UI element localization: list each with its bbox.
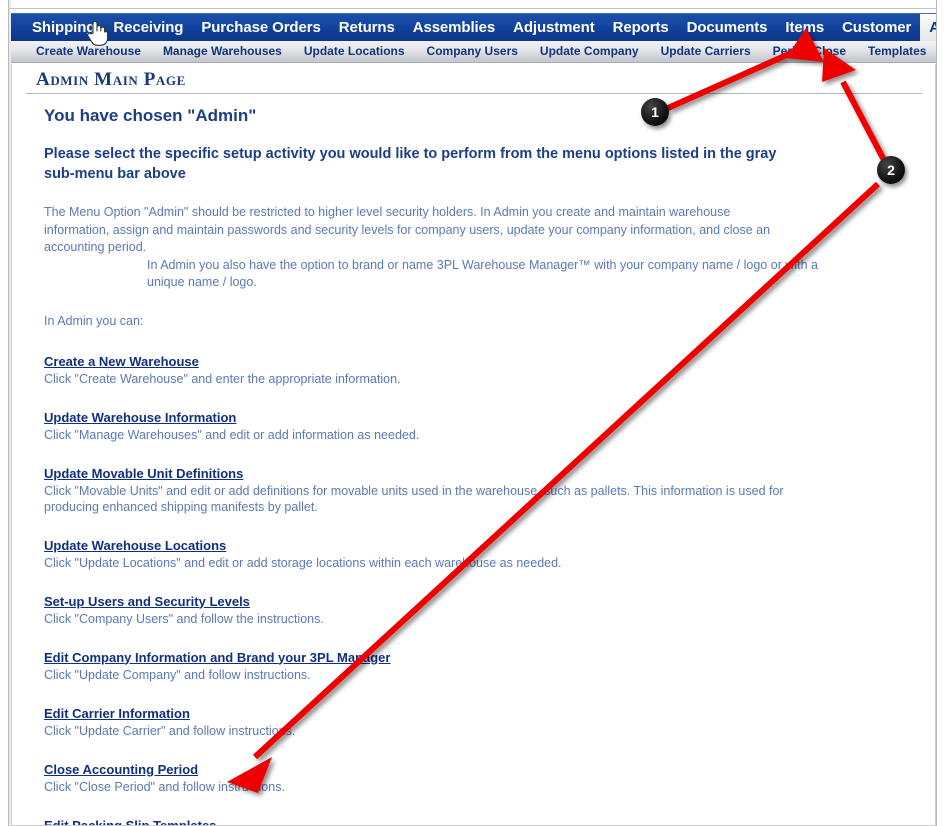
link-update-warehouse-locations[interactable]: Update Warehouse Locations xyxy=(44,538,226,553)
menu-item-adjustment[interactable]: Adjustment xyxy=(504,14,604,41)
list-item: Update Movable Unit Definitions Click "M… xyxy=(44,465,834,515)
link-description: Click "Movable Units" and edit or add de… xyxy=(44,483,784,514)
instruction-heading: Please select the specific setup activit… xyxy=(44,146,777,182)
link-description: Click "Manage Warehouses" and edit or ad… xyxy=(44,427,420,442)
menu-item-documents[interactable]: Documents xyxy=(678,14,777,41)
link-edit-packing-slip-templates[interactable]: Edit Packing Slip Templates xyxy=(44,818,216,826)
intro-paragraph: The Menu Option "Admin" should be restri… xyxy=(44,205,771,254)
link-edit-carrier-information[interactable]: Edit Carrier Information xyxy=(44,706,190,721)
title-divider xyxy=(26,93,922,94)
admin-main-page: Shipping Receiving Purchase Orders Retur… xyxy=(0,0,945,826)
link-description: Click "Company Users" and follow the ins… xyxy=(44,611,324,626)
menu-item-items[interactable]: Items xyxy=(776,14,833,41)
list-item: Edit Company Information and Brand your … xyxy=(44,649,834,683)
link-description: Click "Create Warehouse" and enter the a… xyxy=(44,371,401,386)
menu-item-customer[interactable]: Customer xyxy=(833,14,920,41)
chosen-heading: You have chosen "Admin" xyxy=(44,106,257,125)
admin-task-list: Create a New Warehouse Click "Create War… xyxy=(44,353,834,826)
hand-pointer-cursor-icon xyxy=(87,20,108,46)
menu-item-assemblies[interactable]: Assemblies xyxy=(404,14,504,41)
link-description: Click "Update Locations" and edit or add… xyxy=(44,555,562,570)
admin-sub-menu-bar: Create Warehouse Manage Warehouses Updat… xyxy=(11,41,936,63)
list-item: Edit Packing Slip Templates Click "Packi… xyxy=(44,817,834,826)
list-item: Create a New Warehouse Click "Create War… xyxy=(44,353,834,387)
page-top-rule xyxy=(8,8,937,9)
intro-indented-paragraph: In Admin you also have the option to bra… xyxy=(147,257,818,290)
list-item: Close Accounting Period Click "Close Per… xyxy=(44,761,834,795)
menu-item-purchase-orders[interactable]: Purchase Orders xyxy=(192,14,329,41)
submenu-item-company-users[interactable]: Company Users xyxy=(416,41,529,62)
page-title: Admin Main Page xyxy=(36,69,186,90)
content-panel: Admin Main Page You have chosen "Admin" … xyxy=(11,64,936,826)
menu-item-returns[interactable]: Returns xyxy=(330,14,404,41)
link-description: Click "Update Company" and follow instru… xyxy=(44,667,311,682)
list-item: Update Warehouse Locations Click "Update… xyxy=(44,537,834,571)
in-admin-you-can-label: In Admin you can: xyxy=(44,313,144,328)
link-create-a-new-warehouse[interactable]: Create a New Warehouse xyxy=(44,354,199,369)
link-description: Click "Update Carrier" and follow instru… xyxy=(44,723,296,738)
menu-item-reports[interactable]: Reports xyxy=(604,14,678,41)
menu-item-receiving[interactable]: Receiving xyxy=(104,14,192,41)
menu-item-admin[interactable]: Admin xyxy=(920,14,936,41)
page-right-rule xyxy=(936,0,937,826)
submenu-item-manage-warehouses[interactable]: Manage Warehouses xyxy=(152,41,293,62)
link-set-up-users-and-security-levels[interactable]: Set-up Users and Security Levels xyxy=(44,594,250,609)
link-update-movable-unit-definitions[interactable]: Update Movable Unit Definitions xyxy=(44,466,243,481)
list-item: Set-up Users and Security Levels Click "… xyxy=(44,593,834,627)
link-description: Click "Close Period" and follow instruct… xyxy=(44,779,285,794)
list-item: Update Warehouse Information Click "Mana… xyxy=(44,409,834,443)
link-close-accounting-period[interactable]: Close Accounting Period xyxy=(44,762,198,777)
submenu-item-update-locations[interactable]: Update Locations xyxy=(293,41,416,62)
submenu-item-update-company[interactable]: Update Company xyxy=(529,41,650,62)
submenu-item-update-carriers[interactable]: Update Carriers xyxy=(650,41,762,62)
callout-badge-2: 2 xyxy=(877,156,905,184)
link-edit-company-information[interactable]: Edit Company Information and Brand your … xyxy=(44,650,390,665)
callout-badge-1: 1 xyxy=(641,98,669,126)
main-menu-bar: Shipping Receiving Purchase Orders Retur… xyxy=(11,13,936,41)
submenu-item-templates[interactable]: Templates xyxy=(857,41,936,62)
page-body: You have chosen "Admin" Please select th… xyxy=(44,106,834,826)
list-item: Edit Carrier Information Click "Update C… xyxy=(44,705,834,739)
link-update-warehouse-information[interactable]: Update Warehouse Information xyxy=(44,410,236,425)
submenu-item-period-close[interactable]: Period Close xyxy=(762,41,857,62)
